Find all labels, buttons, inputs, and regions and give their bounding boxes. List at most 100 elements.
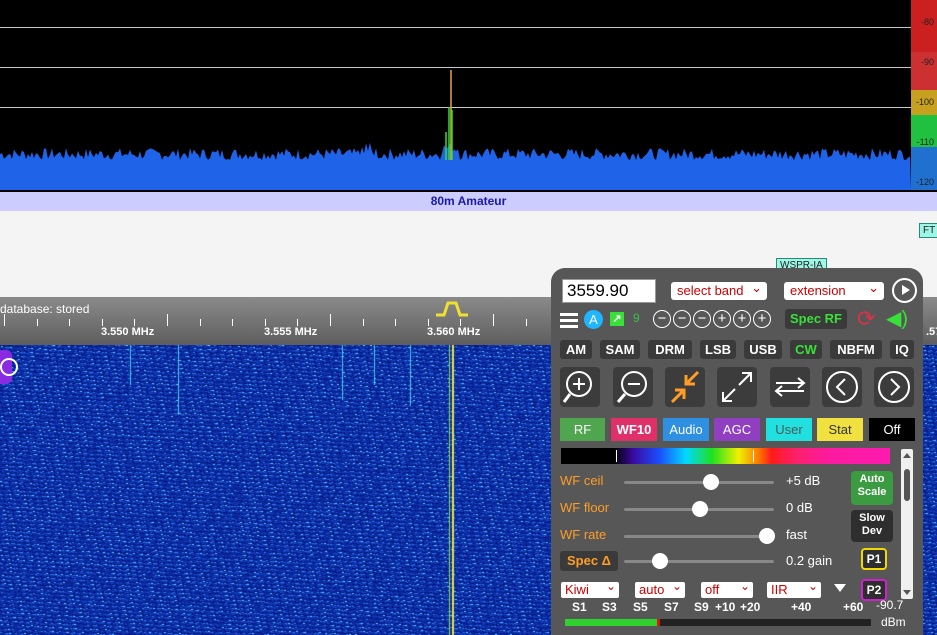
zoom-in-max-icon[interactable]: + [753,310,771,328]
scroll-down-icon[interactable] [903,590,911,595]
auto-scale-line: Auto [859,473,885,485]
slow-dev-line: Dev [861,525,883,537]
band-select[interactable]: select band [671,279,767,300]
spec-rf-button[interactable]: Spec RF [785,309,847,329]
dropdown-arrow-icon[interactable] [834,584,846,592]
smeter-label: +60 [843,600,864,614]
scroll-thumb[interactable] [904,469,910,501]
zoom-in-icon[interactable]: + [733,310,751,328]
database-status: database: stored [0,302,90,316]
magnify-minus-icon [616,371,647,403]
slow-dev-button[interactable]: Slow Dev [851,510,893,542]
zoom-out-small-icon[interactable]: − [693,310,711,328]
spec-delta-button[interactable]: Spec Δ [560,551,618,571]
db-label: -120 [915,177,934,187]
spec-gain-slider[interactable] [624,553,774,569]
scale-tick [37,319,38,326]
side-panel-toggle[interactable] [0,350,18,384]
slow-dev-line: Slow [859,512,885,524]
expand-arrows-icon [722,372,752,402]
frequency-input[interactable]: 3559.90 [562,279,656,303]
mode-iq[interactable]: IQ [890,340,914,359]
kiwi-select[interactable]: Kiwi [561,578,619,598]
band-bar[interactable]: 80m Amateur [0,192,937,211]
slider-knob[interactable] [692,501,708,517]
reload-icon[interactable]: ⟳ [857,308,875,330]
p1-button[interactable]: P1 [861,548,887,570]
tab-audio[interactable]: Audio [663,418,709,441]
passband-icon[interactable] [434,299,470,319]
freq-label: .57 [926,326,937,338]
colorbar-ceil-marker [753,450,754,462]
spectrum-display[interactable] [0,0,911,190]
prev-button[interactable] [822,367,862,407]
chevron-left-icon [826,371,858,403]
smeter-label: S1 [572,600,587,614]
tab-stat[interactable]: Stat [817,418,863,441]
next-button[interactable] [874,367,914,407]
play-icon[interactable] [892,278,917,303]
mode-drm[interactable]: DRM [648,340,692,359]
tab-user[interactable]: User [766,418,812,441]
station-tag[interactable]: FT [919,223,937,238]
smeter-fill [565,619,657,626]
mode-lsb[interactable]: LSB [700,340,736,359]
colorbar-floor-marker [616,450,617,462]
zoom-in-small-icon[interactable]: + [713,310,731,328]
a-badge[interactable]: A [584,310,603,329]
extension-select[interactable]: extension [784,279,884,300]
iir-select[interactable]: IIR [767,578,821,598]
waterfall-colorbar [561,448,890,464]
scale-tick [297,319,298,326]
scale-tick [167,314,168,326]
db-scale: -80 -90 -100 -110 -120 [911,0,937,190]
scale-tick [493,314,494,326]
mode-cw[interactable]: CW [790,340,822,359]
tab-wf10[interactable]: WF10 [611,418,657,441]
swap-button[interactable] [770,367,810,407]
mode-sam[interactable]: SAM [600,340,640,359]
wf-rate-slider[interactable] [624,528,775,544]
wf-floor-value: 0 dB [786,500,813,515]
auto-scale-button[interactable]: Auto Scale [851,471,893,505]
wf-floor-label: WF floor [560,500,610,515]
tab-off[interactable]: Off [869,418,915,441]
scroll-up-icon[interactable] [903,453,911,458]
wf-floor-slider[interactable] [624,501,774,517]
scale-tick [428,319,429,326]
db-label: -80 [920,17,934,27]
zoom-in-button[interactable] [560,367,600,407]
wf-ceil-value: +5 dB [786,473,821,488]
scale-tick [200,319,201,326]
auto-scale-line: Scale [857,486,887,498]
off-select[interactable]: off [701,578,753,598]
scale-tick [395,319,396,326]
slider-knob[interactable] [759,528,775,544]
freq-label: 3.560 MHz [427,326,481,338]
auto-select[interactable]: auto [635,578,685,598]
tab-agc[interactable]: AGC [714,418,760,441]
spec-gain-value: 0.2 gain [786,553,833,568]
collapse-arrows-icon [670,370,700,404]
panel-scrollbar[interactable] [901,449,913,599]
shrink-button[interactable] [665,367,705,407]
zoom-out-icon[interactable]: − [673,310,691,328]
expand-button[interactable] [717,367,757,407]
tab-rf[interactable]: RF [560,418,605,441]
menu-icon[interactable] [560,313,578,335]
mode-nbfm[interactable]: NBFM [830,340,882,359]
wf-ceil-slider[interactable] [624,474,774,490]
open-external-icon[interactable]: ↗ [610,312,624,326]
wf-rate-label: WF rate [560,527,607,542]
speaker-icon[interactable]: ◀) [886,308,908,330]
zoom-out-max-icon[interactable]: − [653,310,671,328]
mode-am[interactable]: AM [560,340,592,359]
db-label: -110 [916,137,934,147]
smeter-label: +40 [791,600,812,614]
scale-tick [330,314,331,326]
smeter-label: S9 [694,600,709,614]
zoom-out-button[interactable] [613,367,653,407]
mode-usb[interactable]: USB [744,340,782,359]
slider-knob[interactable] [652,553,668,569]
slider-knob[interactable] [703,474,719,490]
